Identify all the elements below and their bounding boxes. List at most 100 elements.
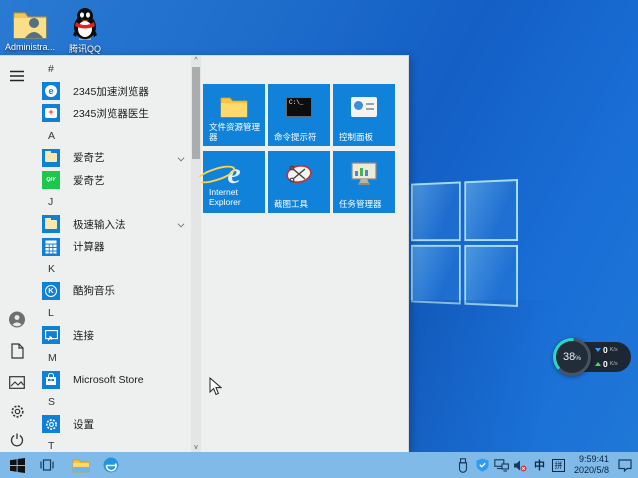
pictures-icon[interactable] <box>9 374 25 390</box>
tile-command-prompt[interactable]: C:\_ 命令提示符 <box>268 84 330 146</box>
settings-app-icon <box>42 415 60 433</box>
action-center-icon[interactable] <box>617 452 632 478</box>
wallpaper-logo-pane <box>464 179 518 241</box>
taskbar-internet-explorer[interactable] <box>96 452 126 478</box>
chevron-down-icon[interactable] <box>178 221 185 228</box>
upload-arrow-icon <box>595 362 601 366</box>
task-manager-icon <box>333 159 395 189</box>
app-list-header[interactable]: S <box>36 391 190 413</box>
desktop-icon-label: Administra... <box>2 42 58 52</box>
header-label: M <box>48 352 57 364</box>
usage-percent-unit: % <box>575 355 581 362</box>
app-list-item[interactable]: 设置 <box>36 413 190 435</box>
security-shield-icon[interactable] <box>475 452 490 478</box>
wallpaper-logo-pane <box>464 245 518 307</box>
taskbar-clock[interactable]: 9:59:41 2020/5/8 <box>570 454 613 476</box>
ime-pinyin-indicator[interactable]: 拼 <box>551 452 566 478</box>
settings-gear-icon[interactable] <box>9 403 25 419</box>
app-list-item[interactable]: e 2345加速浏览器 <box>36 80 190 102</box>
download-value: 0 <box>603 345 608 355</box>
header-label: J <box>48 196 53 208</box>
app-list-group[interactable]: 爱奇艺 <box>36 147 190 169</box>
app-list-header[interactable]: T <box>36 435 190 453</box>
tile-snipping-tool[interactable]: 截图工具 <box>268 151 330 213</box>
app-list-header[interactable]: K <box>36 258 190 280</box>
user-avatar[interactable] <box>9 311 25 327</box>
qq-penguin-icon <box>60 6 110 40</box>
tile-file-explorer[interactable]: 文件资源管理器 <box>203 84 265 146</box>
start-menu-rail <box>0 56 34 452</box>
control-panel-icon <box>333 92 395 122</box>
tile-internet-explorer[interactable]: e Internet Explorer <box>203 151 265 213</box>
internet-explorer-icon: e <box>203 159 265 189</box>
app-list-item[interactable]: 计算器 <box>36 236 190 258</box>
folder-group-icon <box>42 215 60 233</box>
app-label: 酷狗音乐 <box>73 283 115 298</box>
app-list-item[interactable]: + 2345浏览器医生 <box>36 102 190 124</box>
app-list-item[interactable]: K 酷狗音乐 <box>36 280 190 302</box>
mouse-cursor <box>209 377 222 401</box>
app-list-group[interactable]: 极速输入法 <box>36 213 190 235</box>
scrollbar-thumb[interactable] <box>192 67 200 159</box>
ime-language-indicator[interactable]: 中 <box>532 452 547 478</box>
taskbar-file-explorer[interactable] <box>66 452 96 478</box>
app-list-item[interactable]: Microsoft Store <box>36 369 190 391</box>
app-label: 爱奇艺 <box>73 150 105 165</box>
app-list-item[interactable]: QIY 爱奇艺 <box>36 169 190 191</box>
file-explorer-icon <box>72 458 90 473</box>
iqiyi-icon: QIY <box>42 171 60 189</box>
app-label: 2345浏览器医生 <box>73 106 149 121</box>
documents-icon[interactable] <box>9 343 25 359</box>
header-label: L <box>48 307 54 319</box>
app-list-scrollbar[interactable]: ^ v <box>191 56 201 453</box>
scroll-up-icon[interactable]: ^ <box>191 56 201 66</box>
wallpaper-light-beam <box>404 300 638 452</box>
tile-label: 截图工具 <box>274 199 326 209</box>
clock-time: 9:59:41 <box>574 454 609 465</box>
usage-ring: 38% <box>553 338 591 376</box>
desktop-icon-label: 腾讯QQ <box>60 42 110 55</box>
header-label: # <box>48 63 54 75</box>
chevron-down-icon[interactable] <box>178 154 185 161</box>
desktop-icon-administrator[interactable]: Administra... <box>2 6 58 52</box>
download-arrow-icon <box>595 348 601 352</box>
app-label: Microsoft Store <box>73 374 144 386</box>
app-list-header[interactable]: J <box>36 191 190 213</box>
network-icon[interactable] <box>494 452 509 478</box>
task-view-button[interactable] <box>32 452 62 478</box>
wallpaper-logo-pane <box>411 245 461 305</box>
taskbar: 中 拼 9:59:41 2020/5/8 <box>0 452 638 478</box>
tile-label: 命令提示符 <box>274 132 326 142</box>
app-list-header[interactable]: # <box>36 58 190 80</box>
file-explorer-icon <box>203 92 265 122</box>
header-label: T <box>48 440 54 452</box>
desktop-icon-qq[interactable]: 腾讯QQ <box>60 6 110 55</box>
start-menu: # e 2345加速浏览器 + 2345浏览器医生 A 爱奇艺 QIY 爱奇艺 … <box>0 55 409 452</box>
upload-unit: K/s <box>610 361 618 367</box>
calculator-icon <box>42 238 60 256</box>
tile-label: 控制面板 <box>339 132 391 142</box>
app-list-header[interactable]: L <box>36 302 190 324</box>
2345-doctor-icon: + <box>42 104 60 122</box>
tile-task-manager[interactable]: 任务管理器 <box>333 151 395 213</box>
start-button[interactable] <box>2 452 32 478</box>
pinyin-box: 拼 <box>552 459 565 472</box>
header-label: A <box>48 130 55 142</box>
clock-date: 2020/5/8 <box>574 465 609 476</box>
app-label: 连接 <box>73 328 94 343</box>
start-app-list: # e 2345加速浏览器 + 2345浏览器医生 A 爱奇艺 QIY 爱奇艺 … <box>36 58 190 453</box>
app-list-header[interactable]: M <box>36 346 190 368</box>
header-label: S <box>48 396 55 408</box>
app-list-item[interactable]: 连接 <box>36 324 190 346</box>
usb-device-icon[interactable] <box>456 452 471 478</box>
menu-hamburger-icon[interactable] <box>9 68 25 84</box>
app-list-header[interactable]: A <box>36 125 190 147</box>
snipping-tool-icon <box>268 159 330 189</box>
volume-muted-icon[interactable] <box>513 452 528 478</box>
upload-speed-row: 0 K/s <box>595 358 631 370</box>
tile-control-panel[interactable]: 控制面板 <box>333 84 395 146</box>
power-icon[interactable] <box>9 432 25 448</box>
app-label: 爱奇艺 <box>73 173 105 188</box>
app-label: 设置 <box>73 417 94 432</box>
kugou-music-icon: K <box>42 282 60 300</box>
